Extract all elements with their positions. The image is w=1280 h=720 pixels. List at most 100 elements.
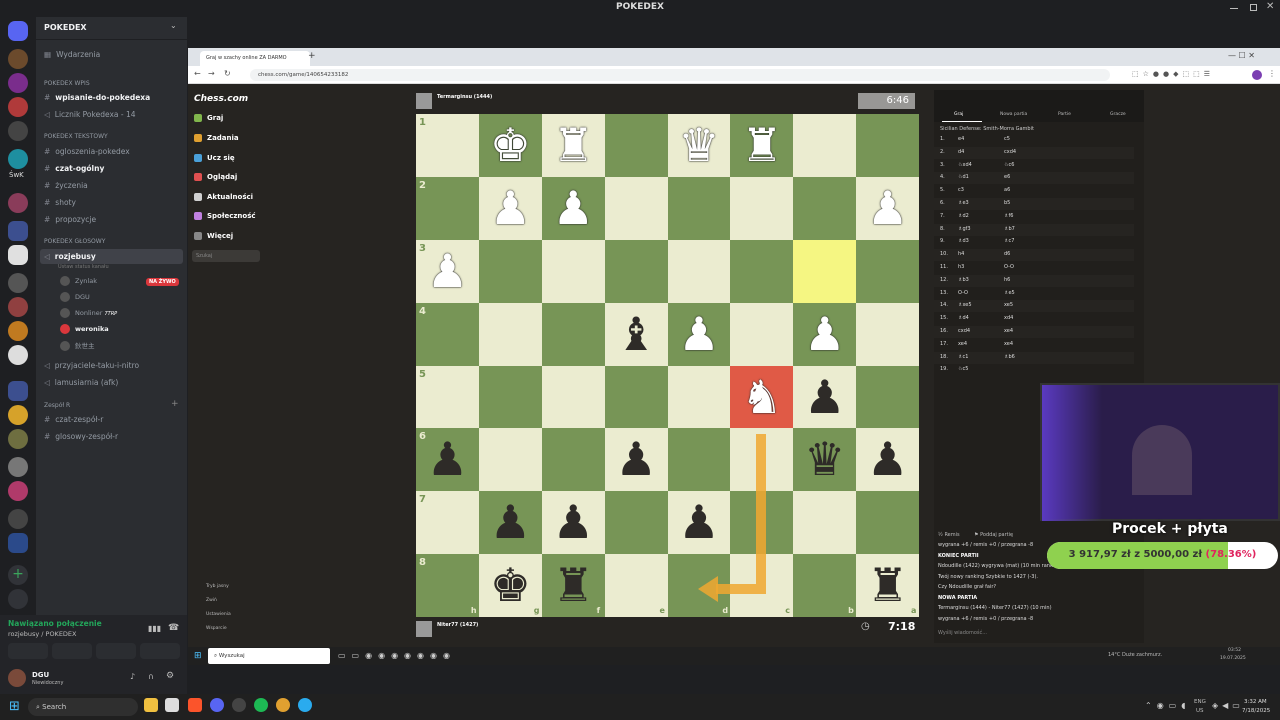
search-input[interactable]: Szukaj (192, 250, 260, 262)
white-pawn[interactable]: ♟ (793, 303, 856, 366)
channel-ogloszenia[interactable]: # ogloszenia-pokedex (44, 147, 130, 156)
category-header[interactable]: POKEDEX Wpis (44, 80, 90, 87)
move-san[interactable]: xe4 (1004, 328, 1013, 334)
nav-watch[interactable]: Oglądaj (194, 173, 237, 181)
move-san[interactable]: c3 (958, 187, 964, 193)
channel-rozjebusy[interactable]: ◁ rozjebusy (44, 252, 96, 261)
move-san[interactable]: ♗d3 (958, 238, 969, 244)
gear-icon[interactable]: ⚙ (166, 671, 174, 681)
url-field[interactable]: chess.com/game/140654233182 (250, 69, 1110, 81)
server-icon[interactable] (8, 457, 28, 477)
reload-icon[interactable]: ↻ (224, 69, 231, 78)
move-san[interactable]: c5 (1004, 136, 1010, 142)
server-icon[interactable] (8, 345, 28, 365)
channel-wpisanie[interactable]: # wpisanie-do-pokedexa (44, 93, 150, 102)
channel-licznik[interactable]: ◁ Licznik Pokedexa - 14 (44, 110, 136, 119)
weather[interactable]: 14°C Duże zachmurz. (1108, 652, 1162, 658)
clock-time[interactable]: 3:32 AM (1244, 699, 1267, 705)
chess-board[interactable]: ♚ ♜ ♛ ♜ ♟ ♟ ♟ ♟ ♝ ♟ ♟ ♞ ♟ ♟ ♟ ♛ ♟ ♟ ♟ ♟ ♚ ♜ ♜ 1 2 3 4 5 6 7 8 h g f e d c b a (416, 114, 919, 617)
channel-przyjaciele[interactable]: ◁ przyjaciele-taku-i-nitro (44, 361, 139, 370)
move-san[interactable]: O-O (958, 290, 968, 296)
server-icon[interactable] (8, 273, 28, 293)
support-link[interactable]: Wsparcie (206, 626, 227, 631)
extensions-icons[interactable]: ⬚☆●●◆⬚⬚☰ (1132, 70, 1214, 78)
store-icon[interactable] (165, 698, 179, 712)
inner-search[interactable]: ⌕ Wyszukaj (208, 648, 330, 664)
black-bishop[interactable]: ♝ (605, 303, 668, 366)
move-san[interactable]: ♗gf3 (958, 226, 971, 232)
brave-icon[interactable] (188, 698, 202, 712)
move-san[interactable]: ♗c1 (958, 354, 968, 360)
windows-start-icon[interactable]: ⊞ (9, 699, 20, 714)
white-knight[interactable]: ♞ (730, 366, 793, 429)
server-icon[interactable] (8, 49, 28, 69)
move-san[interactable]: ♗xe5 (958, 302, 972, 308)
events-link[interactable]: ▦ Wydarzenia (44, 50, 100, 59)
black-rook[interactable]: ♜ (856, 554, 919, 617)
move-san[interactable]: e6 (1004, 174, 1010, 180)
move-san[interactable]: xe4 (958, 341, 967, 347)
category-header[interactable]: Zespół R (44, 402, 70, 409)
player-name[interactable]: Niter77 (1427) (437, 622, 478, 628)
screenshare-button[interactable] (52, 643, 92, 659)
resign-button[interactable]: ⚑ Poddaj partię (974, 532, 1013, 538)
chat-input[interactable]: Wyślij wiadomość... (938, 630, 987, 636)
nav-play[interactable]: Graj (194, 114, 223, 122)
region-indicator[interactable]: US (1196, 708, 1204, 714)
avatar[interactable] (8, 669, 26, 687)
nav-puzzles[interactable]: Zadania (194, 134, 239, 142)
server-icon[interactable] (8, 149, 28, 169)
white-pawn[interactable]: ♟ (856, 177, 919, 240)
explore-icon[interactable] (8, 589, 28, 609)
move-san[interactable]: a6 (1004, 187, 1010, 193)
connection-status[interactable]: Nawiązano połączenie (8, 619, 102, 628)
channel-propozycje[interactable]: # propozycje (44, 215, 96, 224)
file-explorer-icon[interactable] (144, 698, 158, 712)
draw-button[interactable]: ½ Remis (938, 532, 960, 538)
move-san[interactable]: d6 (1004, 251, 1010, 257)
channel-czat-zespol[interactable]: # czat-zespół-r (44, 415, 103, 424)
move-san[interactable]: ♗d2 (958, 213, 969, 219)
channel-status-hint[interactable]: Ustaw status kanału (58, 264, 109, 270)
move-san[interactable]: ♗e3 (958, 200, 969, 206)
profile-avatar[interactable] (1252, 70, 1262, 80)
server-name[interactable]: POKEDEX (44, 23, 87, 32)
connection-channel[interactable]: rozjebusy / POKEDEX (8, 630, 77, 638)
server-icon[interactable] (8, 509, 28, 529)
nav-news[interactable]: Aktualności (194, 193, 253, 201)
white-rook[interactable]: ♜ (730, 114, 793, 177)
black-queen[interactable]: ♛ (793, 428, 856, 491)
settings-link[interactable]: Ustawienia (206, 612, 231, 617)
server-icon[interactable] (8, 481, 28, 501)
server-icon[interactable] (8, 221, 28, 241)
more-menu-icon[interactable]: ⋮ (1268, 69, 1276, 78)
move-san[interactable]: ♗e5 (1004, 290, 1015, 296)
black-pawn[interactable]: ♟ (668, 491, 731, 554)
start-icon[interactable]: ⊞ (194, 651, 202, 661)
move-san[interactable]: ♗b3 (958, 277, 969, 283)
forward-icon[interactable]: → (208, 69, 215, 78)
add-server-icon[interactable]: + (8, 565, 28, 585)
voice-user[interactable]: Nonliner 7TRP (60, 308, 117, 318)
black-pawn[interactable]: ♟ (856, 428, 919, 491)
black-pawn[interactable]: ♟ (605, 428, 668, 491)
tab-players[interactable]: Gracze (1110, 112, 1126, 117)
server-icon[interactable] (8, 97, 28, 117)
server-icon[interactable] (8, 321, 28, 341)
voice-user[interactable]: 鈥世主 (60, 340, 95, 351)
server-icon[interactable] (8, 73, 28, 93)
black-pawn[interactable]: ♟ (479, 491, 542, 554)
move-san[interactable]: ♘xd4 (958, 162, 972, 168)
move-san[interactable]: xe5 (1004, 302, 1013, 308)
nav-more[interactable]: Więcej (194, 232, 233, 240)
activity-button[interactable] (96, 643, 136, 659)
channel-shoty[interactable]: # shoty (44, 198, 76, 207)
tab-games[interactable]: Partie (1058, 112, 1071, 117)
nav-learn[interactable]: Ucz się (194, 154, 235, 162)
add-channel-icon[interactable]: + (171, 399, 179, 409)
white-pawn[interactable]: ♟ (479, 177, 542, 240)
mic-icon[interactable]: ♪ (130, 672, 135, 681)
white-king[interactable]: ♚ (479, 114, 542, 177)
discord-icon[interactable] (210, 698, 224, 712)
white-pawn[interactable]: ♟ (668, 303, 731, 366)
